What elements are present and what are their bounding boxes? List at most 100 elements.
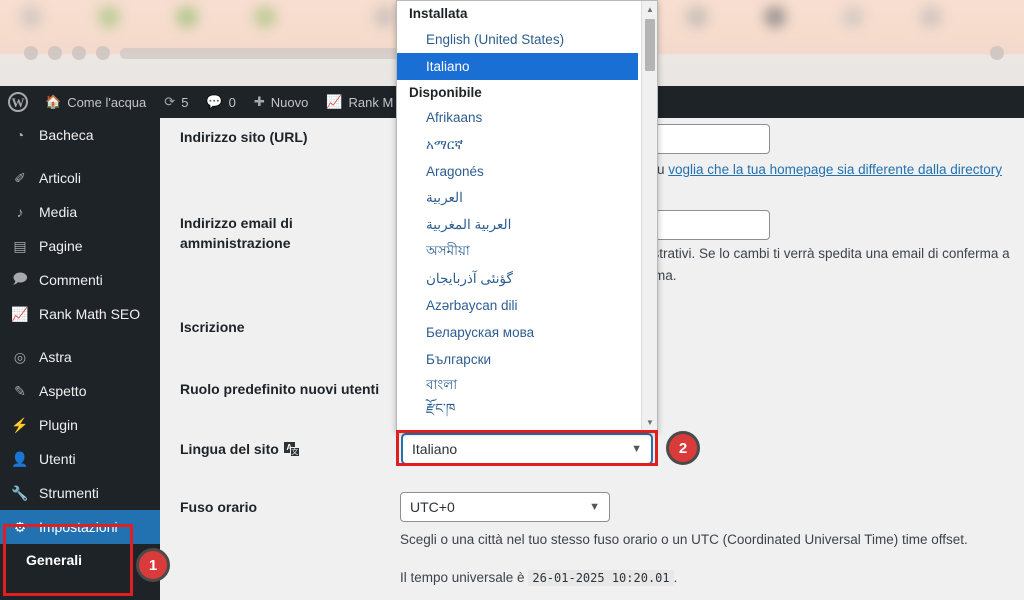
browser-tab-dot[interactable] [20, 6, 42, 28]
browser-tab-dot[interactable] [176, 6, 198, 28]
chevron-up-icon[interactable]: ▲ [642, 1, 657, 17]
browser-tab-dot[interactable] [98, 6, 120, 28]
dropdown-option[interactable]: Italiano [397, 52, 638, 80]
sidebar-item-label: Impostazioni [39, 519, 118, 535]
sidebar-item-label: Strumenti [39, 485, 99, 501]
comment-icon: 💬 [206, 94, 223, 109]
dropdown-option[interactable]: Беларуская мова [397, 319, 642, 346]
sidebar-item-plugin[interactable]: ⚡ Plugin [0, 408, 160, 442]
dropdown-option[interactable]: Aragonés [397, 158, 642, 185]
site-language-select[interactable]: Italiano ▼ [402, 434, 652, 464]
dropdown-option[interactable]: অসমীয়া [397, 239, 642, 266]
sidebar-item-rank-math-seo[interactable]: 📈 Rank Math SEO [0, 297, 160, 331]
dropdown-option[interactable]: አማርኛ [397, 131, 642, 158]
chevron-down-icon[interactable]: ▼ [642, 414, 657, 430]
sidebar-item-impostazioni[interactable]: ⚙ Impostazioni [0, 510, 160, 544]
sidebar-item-label: Bacheca [39, 127, 94, 143]
universal-time-suffix: . [673, 570, 678, 585]
sidebar-item-label: Articoli [39, 170, 82, 186]
comments-count: 0 [228, 94, 236, 110]
sidebar-item-utenti[interactable]: 👤 Utenti [0, 442, 160, 476]
timezone-label: Fuso orario [180, 499, 258, 515]
universal-time-prefix: Il tempo universale è [400, 570, 525, 585]
dropdown-option[interactable]: English (United States) [397, 26, 642, 53]
browser-tab-dot[interactable] [842, 6, 864, 28]
sidebar-item-label: Rank Math SEO [39, 306, 141, 322]
language-dropdown-popup[interactable]: Installata English (United States) Italian… [396, 0, 658, 431]
dropdown-option[interactable]: العربية المغربية [397, 212, 642, 239]
wordpress-logo-icon[interactable]: W [0, 86, 36, 118]
home-icon: 🏠 [45, 94, 62, 109]
sidebar-item-strumenti[interactable]: 🔧 Strumenti [0, 476, 160, 510]
site-url-help: e tu voglia che la tua homepage sia diff… [642, 160, 1024, 181]
timezone-select[interactable]: UTC+0 ▼ [400, 492, 610, 522]
sidebar-submenu-label: Generali [26, 552, 83, 568]
dropdown-option[interactable]: Afrikaans [397, 105, 642, 132]
translate-icon-letter-b: 文 [289, 447, 300, 458]
membership-label: Iscrizione [180, 319, 245, 335]
annotation-badge-2: 2 [666, 431, 700, 465]
sidebar-item-pagine[interactable]: ▤ Pagine [0, 229, 160, 263]
sidebar-item-media[interactable]: ♪ Media [0, 195, 160, 229]
sidebar-item-label: Astra [39, 349, 72, 365]
browser-tab-dot[interactable] [764, 6, 786, 28]
browser-menu-icon[interactable] [990, 46, 1004, 60]
browser-tab-dot[interactable] [686, 6, 708, 28]
comment-icon: 🗩 [12, 270, 28, 286]
media-icon: ♪ [16, 204, 24, 220]
dashboard-icon: ◔ [15, 127, 25, 143]
sidebar-separator [0, 152, 160, 161]
universal-time-row: Il tempo universale è 26-01-2025 10:20.0… [400, 568, 677, 589]
plug-icon: ⚡ [11, 416, 29, 433]
dropdown-option[interactable]: རྫོང་ཁ [397, 399, 642, 426]
field-row-admin-email: Indirizzo email di amministrazione [180, 214, 385, 253]
browser-tab-dot[interactable] [920, 6, 942, 28]
admin-bar-site-name[interactable]: 🏠 Come l'acqua [36, 86, 155, 118]
astra-icon: ◎ [13, 348, 27, 365]
dropdown-group-label: Disponibile [409, 84, 482, 100]
browser-tab-dot[interactable] [254, 6, 276, 28]
admin-email-label-line2: amministrazione [180, 234, 291, 251]
screen: W 🏠 Come l'acqua ⟳ 5 💬 0 ✚ Nuovo 📈 Rank … [0, 0, 1024, 600]
admin-email-input[interactable] [655, 210, 770, 240]
site-language-label: Lingua del sito [180, 441, 279, 457]
sidebar-item-label: Aspetto [39, 383, 87, 399]
site-name-label: Come l'acqua [67, 94, 147, 110]
sidebar-item-aspetto[interactable]: ✎ Aspetto [0, 374, 160, 408]
back-icon[interactable] [24, 46, 38, 60]
sidebar-separator [0, 331, 160, 340]
admin-bar-rank-math[interactable]: 📈 Rank M [317, 86, 402, 118]
sidebar-item-label: Media [39, 204, 78, 220]
admin-bar-new[interactable]: ✚ Nuovo [245, 86, 317, 118]
brush-icon: ✎ [14, 382, 26, 399]
admin-bar-updates[interactable]: ⟳ 5 [155, 86, 197, 118]
forward-icon[interactable] [48, 46, 62, 60]
plus-icon: ✚ [253, 94, 265, 109]
user-icon: 👤 [11, 450, 29, 467]
admin-bar-comments[interactable]: 💬 0 [197, 86, 244, 118]
admin-email-help-line1: nistrativi. Se lo cambi ti verrà spedita… [642, 246, 1010, 261]
dropdown-option[interactable]: Azərbaycan dili [397, 292, 642, 319]
lock-icon [96, 46, 110, 60]
admin-sidebar: ◔ Bacheca ✐ Articoli ♪ Media ▤ Pagine 🗩 Commenti 📈… [0, 118, 160, 600]
wrench-icon: 🔧 [11, 484, 29, 501]
sidebar-item-astra[interactable]: ◎ Astra [0, 340, 160, 374]
site-url-help-link[interactable]: voglia che la tua homepage sia different… [668, 162, 1002, 177]
dropdown-option[interactable]: Български [397, 346, 642, 373]
sidebar-item-label: Pagine [39, 238, 83, 254]
sidebar-item-articoli[interactable]: ✐ Articoli [0, 161, 160, 195]
updates-icon: ⟳ [164, 94, 176, 109]
field-row-timezone: Fuso orario [180, 498, 257, 518]
browser-tab-dot[interactable] [374, 6, 396, 28]
site-url-label: Indirizzo sito (URL) [180, 129, 308, 145]
sidebar-item-commenti[interactable]: 🗩 Commenti [0, 263, 160, 297]
dropdown-scrollbar[interactable]: ▲ ▼ [641, 1, 657, 430]
dropdown-option[interactable]: العربية [397, 185, 642, 212]
site-url-input[interactable] [655, 124, 770, 154]
language-dropdown-list: Installata English (United States) Italian… [397, 1, 642, 426]
scrollbar-thumb[interactable] [645, 19, 655, 71]
dropdown-option[interactable]: گؤنئی آذربایجان [397, 265, 642, 292]
sidebar-item-bacheca[interactable]: ◔ Bacheca [0, 118, 160, 152]
reload-icon[interactable] [72, 46, 86, 60]
admin-email-label-line1: Indirizzo email di [180, 215, 293, 231]
